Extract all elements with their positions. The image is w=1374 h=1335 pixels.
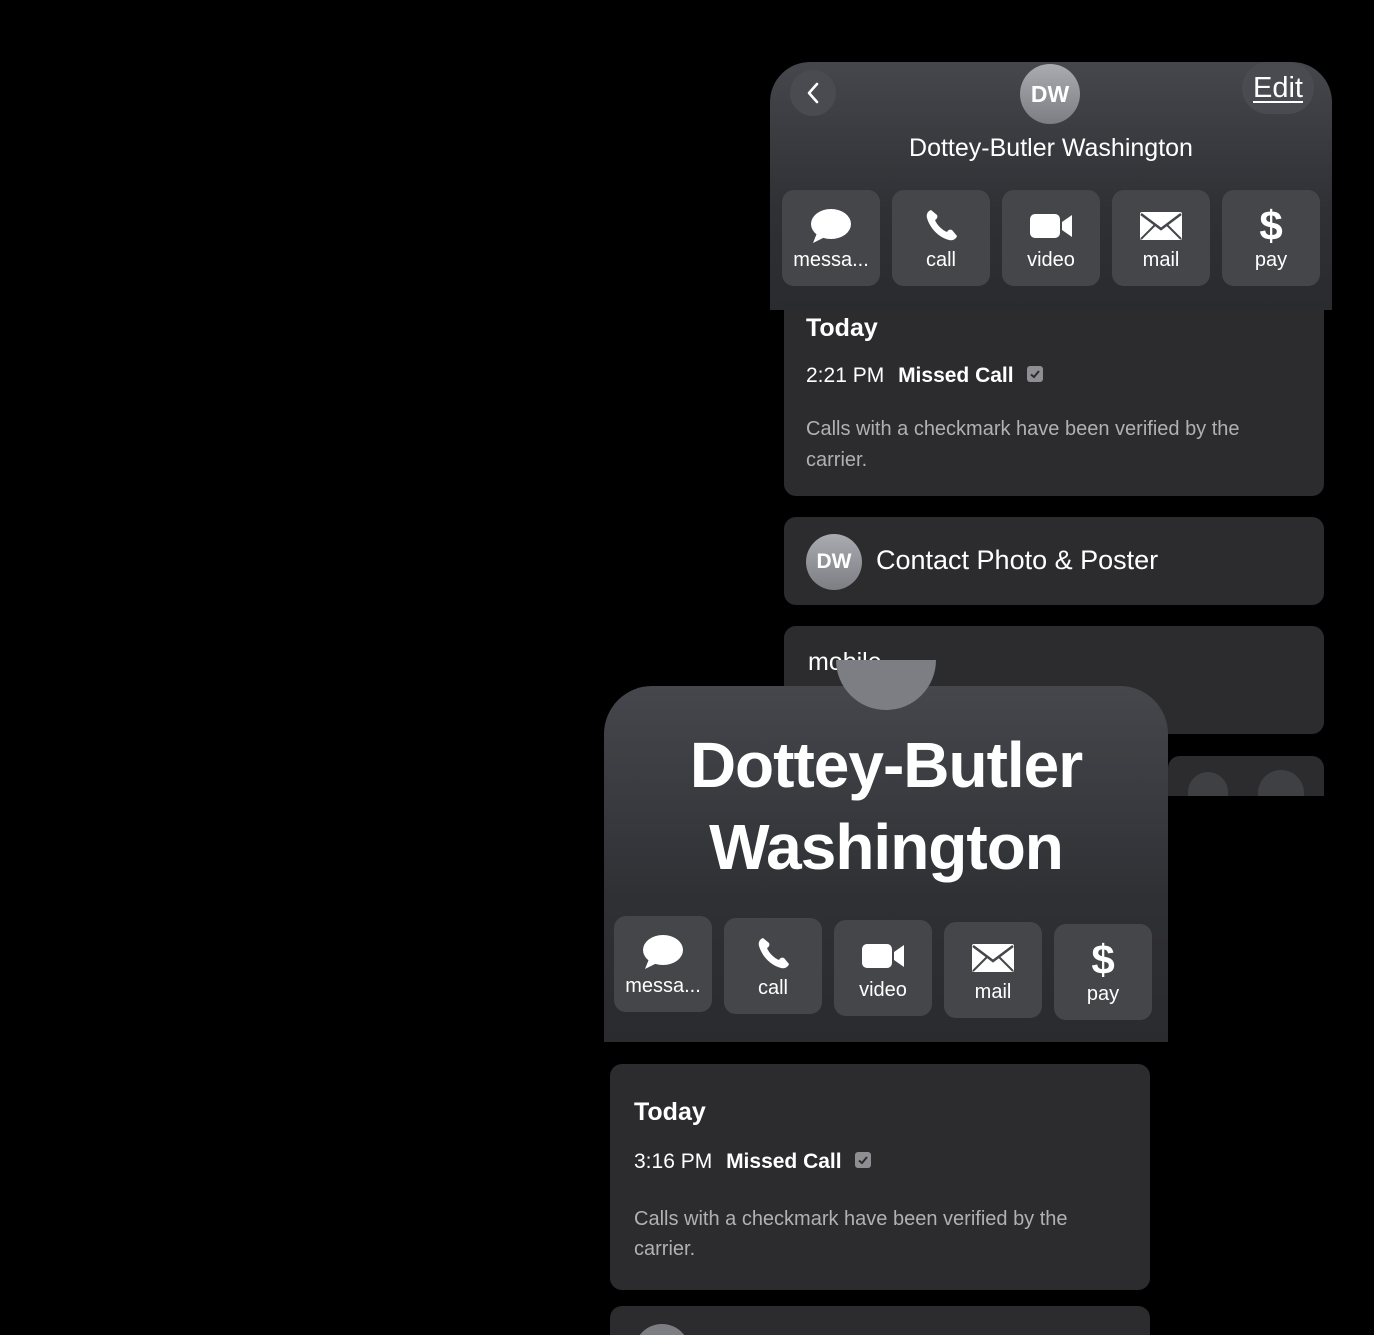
message-bubble-icon (811, 208, 851, 243)
contact-name-line-2: Washington (709, 811, 1064, 883)
partial-call-icon (1258, 770, 1304, 796)
video-button[interactable]: video (1002, 190, 1100, 286)
verified-check-icon (1027, 366, 1044, 383)
screenshot-frame: Today 2:21 PM Missed Call Calls with a c… (8, 4, 1370, 1335)
back-button[interactable] (790, 70, 836, 116)
avatar-sliver (836, 660, 936, 710)
edit-label: Edit (1253, 71, 1303, 104)
partial-avatar (634, 1324, 690, 1335)
pay-label: pay (1254, 248, 1288, 271)
video-label: video (859, 978, 907, 1001)
call-label: call (925, 248, 956, 271)
bottom-contact-header: Dottey-Butler Washington messa... call v… (604, 660, 1168, 1042)
call-status: Missed Call (898, 364, 1014, 387)
verification-note: Calls with a checkmark have been verifie… (634, 1208, 1068, 1260)
message-label: messa... (793, 248, 869, 271)
partial-video-icon (1188, 772, 1228, 796)
top-recents-card: Today 2:21 PM Missed Call Calls with a c… (784, 294, 1324, 496)
call-status: Missed Call (726, 1150, 842, 1173)
mail-button[interactable]: mail (1112, 190, 1210, 286)
message-button[interactable]: messa... (782, 190, 880, 286)
video-camera-icon (1030, 213, 1072, 238)
call-time: 3:16 PM (634, 1150, 713, 1173)
phone-icon (926, 209, 957, 240)
contact-photo-poster-row[interactable]: DW Contact Photo & Poster (784, 517, 1324, 605)
chevron-left-icon (807, 82, 819, 104)
recents-entry: 2:21 PM Missed Call (806, 364, 1044, 388)
call-label: call (757, 976, 788, 999)
pay-label: pay (1086, 982, 1120, 1005)
dollar-icon: $ (1259, 201, 1283, 249)
partial-action-row (1168, 756, 1324, 796)
message-bubble-icon (643, 934, 683, 969)
header-avatar: DW (1020, 64, 1080, 124)
mail-label: mail (1142, 248, 1180, 271)
phone-icon (758, 937, 789, 968)
contact-photo-avatar: DW (806, 534, 862, 590)
recents-heading: Today (806, 314, 878, 342)
verified-check-icon (855, 1152, 872, 1169)
message-button[interactable]: messa... (614, 916, 712, 1012)
contact-photo-label: Contact Photo & Poster (876, 545, 1159, 575)
pay-button[interactable]: $ pay (1054, 924, 1152, 1020)
recents-entry: 3:16 PM Missed Call (634, 1150, 872, 1174)
verification-note: Calls with a checkmark have been verifie… (806, 418, 1240, 471)
call-button[interactable]: call (724, 918, 822, 1014)
envelope-icon (972, 943, 1014, 972)
video-camera-icon (862, 943, 904, 968)
mail-button[interactable]: mail (944, 922, 1042, 1018)
call-button[interactable]: call (892, 190, 990, 286)
envelope-icon (1140, 211, 1182, 240)
call-time: 2:21 PM (806, 364, 885, 387)
mail-label: mail (974, 980, 1012, 1003)
pay-button[interactable]: $ pay (1222, 190, 1320, 286)
top-contact-header: DW Edit Dottey-Butler Washington messa..… (770, 62, 1332, 310)
partial-next-card (610, 1306, 1150, 1335)
bottom-recents-card: Today 3:16 PM Missed Call Calls with a c… (610, 1064, 1150, 1290)
message-label: messa... (625, 974, 701, 997)
contact-name: Dottey-Butler Washington (909, 134, 1193, 162)
video-label: video (1027, 248, 1075, 271)
video-button[interactable]: video (834, 920, 932, 1016)
contact-name-line-1: Dottey-Butler (689, 729, 1083, 801)
recents-heading: Today (634, 1098, 706, 1126)
dollar-icon: $ (1091, 935, 1115, 983)
edit-button[interactable]: Edit (1242, 62, 1314, 114)
